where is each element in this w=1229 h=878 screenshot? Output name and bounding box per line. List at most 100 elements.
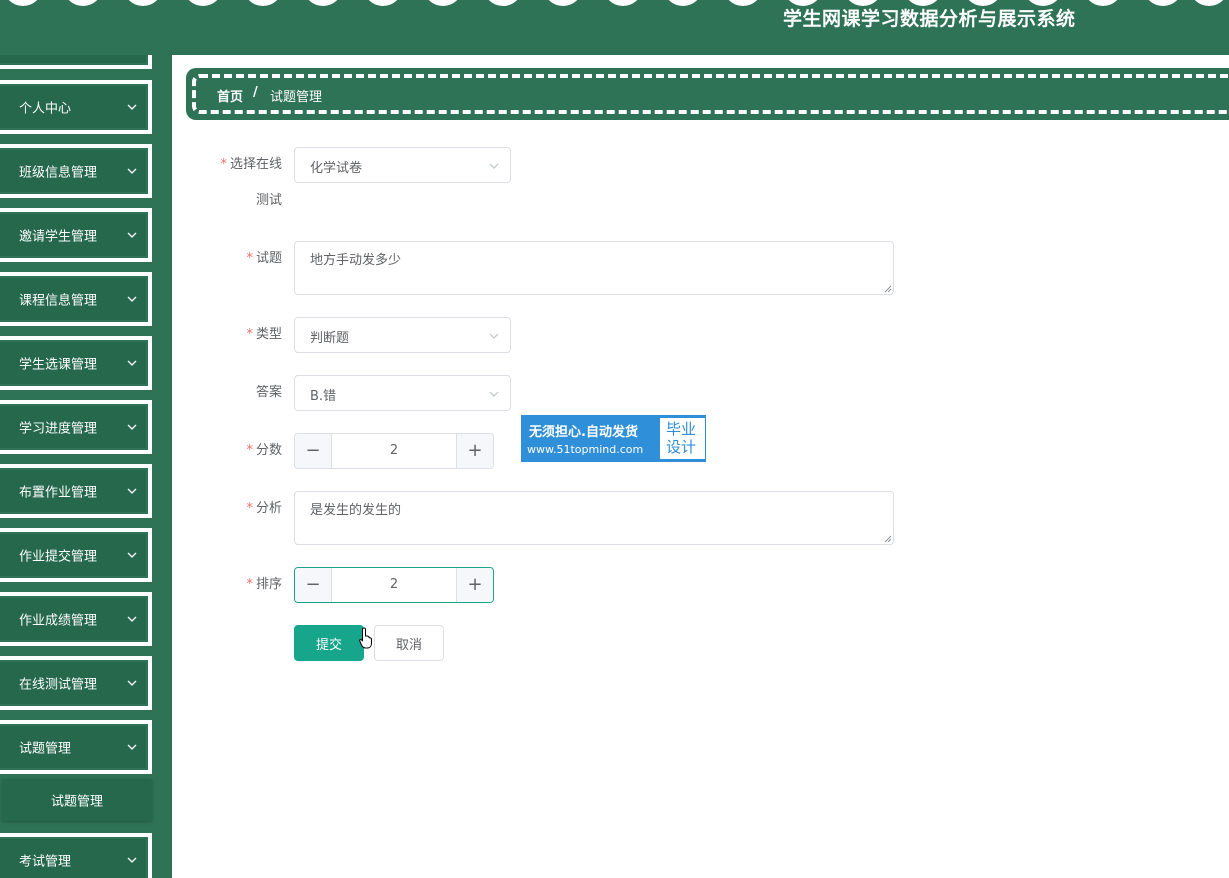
header-decoration [64, 0, 102, 6]
header-decoration [1144, 0, 1182, 6]
question-label-text: 试题 [255, 251, 282, 266]
sidebar-item-label: 作业提交管理 [19, 549, 98, 565]
question-label: * 试题 [192, 250, 282, 268]
type-label-text: 类型 [255, 327, 282, 342]
submit-button[interactable]: 提交 [294, 625, 364, 661]
app-title: 学生网课学习数据分析与展示系统 [783, 8, 1076, 30]
sidebar-item-question-management[interactable]: 试题管理 [0, 720, 152, 774]
required-mark: * [246, 501, 253, 516]
submenu-item-label: 试题管理 [50, 794, 103, 810]
chevron-down-icon [127, 488, 137, 494]
watermark-line1: 无须担心.自动发货 [529, 425, 638, 440]
sidebar-item-homework-grades[interactable]: 作业成绩管理 [0, 592, 152, 646]
type-select-value: 判断题 [310, 331, 350, 346]
submenu-item-question-management[interactable]: 试题管理 [2, 779, 152, 821]
sidebar-item-label: 作业成绩管理 [19, 613, 98, 629]
resize-handle-icon[interactable] [884, 285, 892, 293]
header-decoration [664, 0, 702, 6]
answer-label: 答案 [255, 385, 282, 400]
answer-select[interactable]: B.错 [294, 375, 511, 411]
sidebar-item-label: 邀请学生管理 [19, 229, 98, 245]
required-mark: * [246, 251, 253, 266]
header-decoration [364, 0, 402, 6]
sidebar-item-learning-progress[interactable]: 学习进度管理 [0, 400, 152, 454]
test-select[interactable]: 化学试卷 [294, 147, 511, 183]
answer-select-value: B.错 [310, 389, 337, 404]
chevron-down-icon [127, 857, 137, 863]
chevron-down-icon [489, 163, 499, 169]
score-input[interactable]: 2 [333, 443, 455, 458]
sidebar-item-personal-center[interactable]: 个人中心 [0, 80, 152, 134]
sidebar-item-label: 学生选课管理 [19, 357, 98, 373]
header-decoration [4, 0, 42, 6]
order-label: * 排序 [192, 576, 282, 594]
header-decoration [304, 0, 342, 6]
required-mark: * [246, 443, 253, 458]
test-select-label-line2: 测试 [255, 193, 282, 208]
question-value: 地方手动发多少 [310, 253, 402, 268]
chevron-down-icon [127, 360, 137, 366]
sidebar-item-homework-submission[interactable]: 作业提交管理 [0, 528, 152, 582]
chevron-down-icon [127, 168, 137, 174]
header-decoration [424, 0, 462, 6]
sidebar: 个人中心 班级信息管理 邀请学生管理 课程信息管理 学生选课管理 学习进度管理 [0, 55, 172, 878]
sidebar-item-label: 布置作业管理 [19, 485, 98, 501]
resize-handle-icon[interactable] [884, 535, 892, 543]
analysis-textarea[interactable]: 是发生的发生的 [294, 491, 894, 545]
breadcrumb-home-link[interactable]: 首页 [217, 86, 243, 105]
required-mark: * [246, 577, 253, 592]
order-decrement-button[interactable]: − [295, 568, 332, 602]
sidebar-item-course-info[interactable]: 课程信息管理 [0, 272, 152, 326]
chevron-down-icon [127, 616, 137, 622]
sidebar-item-exam-management[interactable]: 考试管理 [0, 833, 152, 878]
sidebar-item-partial[interactable] [0, 55, 152, 69]
chevron-down-icon [127, 296, 137, 302]
analysis-label: * 分析 [192, 500, 282, 518]
sidebar-item-class-info[interactable]: 班级信息管理 [0, 144, 152, 198]
header-decoration [724, 0, 762, 6]
required-mark: * [246, 327, 253, 342]
header-decoration [604, 0, 642, 6]
app-root: 学生网课学习数据分析与展示系统 个人中心 班级信息管理 邀请学生管理 课程信息管… [0, 0, 1229, 878]
score-stepper: − 2 + [294, 433, 494, 469]
header-decoration [1084, 0, 1122, 6]
breadcrumb-separator: / [253, 85, 258, 100]
sidebar-item-assign-homework[interactable]: 布置作业管理 [0, 464, 152, 518]
sidebar-item-label: 班级信息管理 [19, 165, 98, 181]
order-increment-button[interactable]: + [456, 568, 493, 602]
sidebar-item-online-tests[interactable]: 在线测试管理 [0, 656, 152, 710]
analysis-label-text: 分析 [255, 501, 282, 516]
score-increment-button[interactable]: + [456, 434, 493, 468]
sidebar-item-label: 课程信息管理 [19, 293, 98, 309]
test-select-label: * 选择在线 [192, 156, 282, 174]
sidebar-item-label: 考试管理 [19, 854, 72, 870]
question-textarea[interactable]: 地方手动发多少 [294, 241, 894, 295]
top-header: 学生网课学习数据分析与展示系统 [0, 0, 1229, 55]
sidebar-item-label: 个人中心 [19, 101, 72, 117]
watermark-side-text: 毕业设计 [666, 420, 697, 456]
watermark-badge: 无须担心.自动发货 www.51topmind.com 毕业设计 [521, 415, 706, 462]
sidebar-item-label: 在线测试管理 [19, 677, 98, 693]
cancel-button[interactable]: 取消 [374, 625, 444, 661]
chevron-down-icon [127, 744, 137, 750]
type-select[interactable]: 判断题 [294, 317, 511, 353]
type-label: * 类型 [192, 326, 282, 344]
order-stepper: − 2 + [294, 567, 494, 603]
score-decrement-button[interactable]: − [295, 434, 332, 468]
sidebar-item-label: 试题管理 [19, 741, 72, 757]
watermark-right: 毕业设计 [660, 418, 705, 459]
chevron-down-icon [127, 232, 137, 238]
chevron-down-icon [489, 391, 499, 397]
breadcrumb-current: 试题管理 [270, 90, 323, 105]
header-decoration [124, 0, 162, 6]
order-label-text: 排序 [255, 577, 282, 592]
score-label: * 分数 [192, 442, 282, 460]
hand-cursor-icon [359, 627, 372, 649]
breadcrumb: 首页 / 试题管理 [186, 68, 1229, 120]
sidebar-item-invite-students[interactable]: 邀请学生管理 [0, 208, 152, 262]
sidebar-item-course-selection[interactable]: 学生选课管理 [0, 336, 152, 390]
order-input[interactable]: 2 [333, 577, 455, 592]
watermark-left: 无须担心.自动发货 www.51topmind.com [523, 417, 658, 460]
test-select-label-text: 选择在线 [229, 157, 282, 172]
header-decoration [1190, 0, 1228, 6]
